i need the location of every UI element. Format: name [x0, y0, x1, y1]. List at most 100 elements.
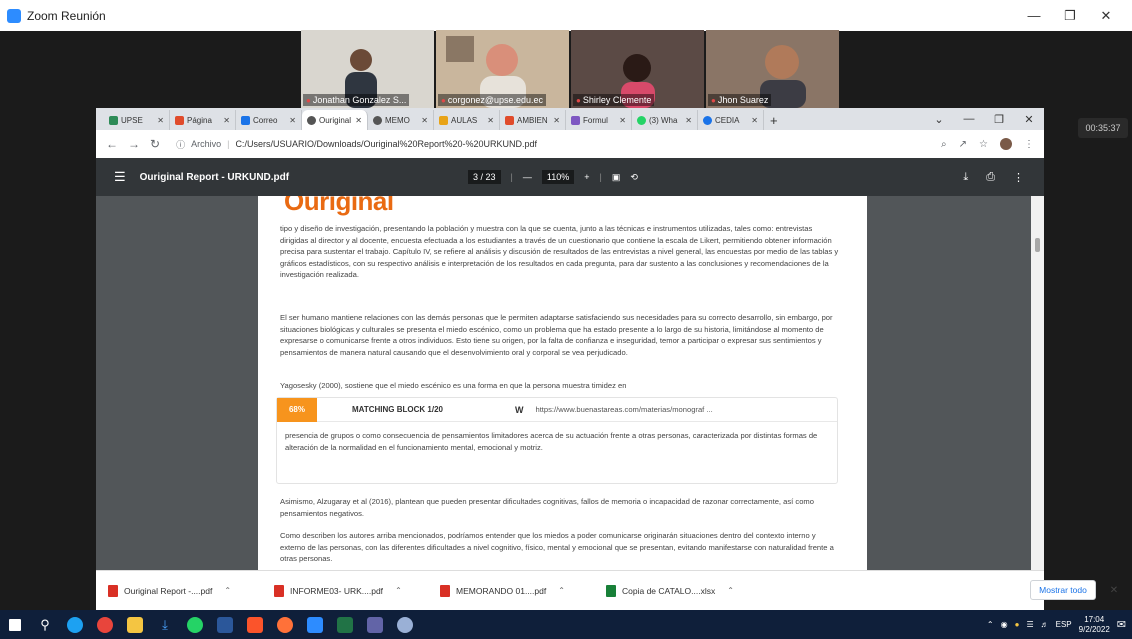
fit-page-icon[interactable]: ▣ — [612, 172, 621, 183]
page-total: 23 — [485, 172, 496, 182]
new-tab-button[interactable]: + — [764, 110, 784, 130]
zoom-in-icon[interactable]: + — [584, 172, 589, 182]
source-w-icon: W — [514, 404, 524, 415]
profile-avatar[interactable] — [1000, 138, 1012, 150]
download-bar: Ouriginal Report -....pdf ⌃ INFORME03- UR… — [96, 570, 1044, 610]
browser-tab[interactable]: MEMO ✕ — [368, 110, 434, 130]
whatsapp-icon[interactable] — [180, 610, 210, 639]
zoom-icon[interactable]: ⌕ — [941, 139, 947, 150]
browser-tab[interactable]: AMBIEN ✕ — [500, 110, 566, 130]
close-tab-icon[interactable]: ✕ — [685, 116, 692, 125]
close-tab-icon[interactable]: ✕ — [421, 116, 428, 125]
close-tab-icon[interactable]: ✕ — [619, 116, 626, 125]
close-button[interactable]: ✕ — [1088, 0, 1124, 31]
firefox-icon[interactable] — [270, 610, 300, 639]
word-icon[interactable] — [210, 610, 240, 639]
search-icon[interactable]: ⚲ — [30, 610, 60, 639]
close-tab-icon[interactable]: ✕ — [355, 116, 362, 125]
ouriginal-logo: Ouriginal — [284, 196, 394, 216]
close-tab-icon[interactable]: ✕ — [223, 116, 230, 125]
reload-icon[interactable]: ↻ — [150, 137, 160, 151]
browser-tab[interactable]: Formul ✕ — [566, 110, 632, 130]
close-tab-icon[interactable]: ✕ — [157, 116, 164, 125]
excel-icon[interactable] — [330, 610, 360, 639]
excel-file-icon — [606, 584, 616, 597]
close-download-bar-icon[interactable]: ✕ — [1104, 580, 1124, 600]
scrollbar-thumb[interactable] — [1035, 238, 1040, 252]
chevron-up-icon[interactable]: ⌃ — [224, 586, 231, 595]
chrome-restore-button[interactable]: ❐ — [984, 108, 1014, 130]
participant-tile[interactable]: ● Jonathan Gonzalez S... — [301, 30, 434, 108]
info-icon[interactable]: ⓘ — [176, 138, 185, 151]
participant-tile[interactable]: ● corgonez@upse.edu.ec — [436, 30, 569, 108]
edge-icon[interactable] — [60, 610, 90, 639]
chrome-minimize-button[interactable]: — — [954, 108, 984, 130]
download-item[interactable]: Ouriginal Report -....pdf ⌃ — [108, 584, 274, 597]
tray-norton-icon[interactable]: ● — [1015, 620, 1020, 629]
download-item[interactable]: MEMORANDO 01....pdf ⌃ — [440, 584, 606, 597]
chevron-up-icon[interactable]: ⌃ — [395, 586, 402, 595]
paint-icon[interactable] — [390, 610, 420, 639]
address-bar[interactable]: ⓘ Archivo | C:/Users/USUARIO/Downloads/O… — [176, 135, 956, 153]
share-icon[interactable]: ↗ — [959, 139, 967, 150]
browser-tab-active[interactable]: Ouriginal ✕ — [302, 110, 368, 130]
tray-chevron-icon[interactable]: ⌃ — [987, 620, 994, 629]
download-item[interactable]: INFORME03- URK....pdf ⌃ — [274, 584, 440, 597]
chrome-icon[interactable] — [90, 610, 120, 639]
page-current[interactable]: 3 — [473, 172, 478, 182]
wifi-icon[interactable]: ☰ — [1026, 620, 1033, 629]
close-tab-icon[interactable]: ✕ — [487, 116, 494, 125]
minimize-button[interactable]: — — [1016, 0, 1052, 31]
scrollbar[interactable] — [1031, 196, 1044, 570]
browser-tab[interactable]: (3) Wha ✕ — [632, 110, 698, 130]
rotate-icon[interactable]: ⟲ — [630, 172, 638, 183]
browser-tab[interactable]: AULAS ✕ — [434, 110, 500, 130]
close-tab-icon[interactable]: ✕ — [751, 116, 758, 125]
browser-tab[interactable]: UPSE ✕ — [104, 110, 170, 130]
participant-tile[interactable]: ● Jhon Suarez — [706, 30, 839, 108]
tab-search-icon[interactable]: ⌄ — [924, 108, 954, 130]
restore-button[interactable]: ❐ — [1052, 0, 1088, 31]
paragraph: Yagosesky (2000), sostiene que el miedo … — [280, 381, 627, 390]
zoom-level[interactable]: 110% — [541, 170, 575, 184]
browser-tab[interactable]: Página ✕ — [170, 110, 236, 130]
show-all-button[interactable]: Mostrar todo — [1030, 580, 1096, 600]
file-explorer-icon[interactable] — [120, 610, 150, 639]
browser-tab[interactable]: Correo ✕ — [236, 110, 302, 130]
tab-favicon-icon — [109, 115, 118, 125]
back-icon[interactable]: ← — [106, 137, 118, 151]
zoom-icon[interactable] — [300, 610, 330, 639]
close-tab-icon[interactable]: ✕ — [553, 116, 560, 125]
notification-icon[interactable]: ✉ — [1117, 618, 1126, 631]
url-text: C:/Users/USUARIO/Downloads/Ouriginal%20R… — [235, 139, 538, 149]
chevron-up-icon[interactable]: ⌃ — [727, 586, 734, 595]
pdf-viewport[interactable]: Ouriginal tipo y diseño de investigación… — [96, 196, 1044, 570]
matching-block[interactable]: 68% MATCHING BLOCK 1/20 W https://www.bu… — [276, 397, 838, 484]
brave-icon[interactable] — [240, 610, 270, 639]
participant-strip: ● Jonathan Gonzalez S... ● corgonez@upse.e… — [301, 30, 840, 108]
volume-icon[interactable]: ♬ — [1041, 620, 1049, 629]
download-icon[interactable]: ⤓ — [963, 171, 968, 184]
browser-tab[interactable]: CEDIA ✕ — [698, 110, 764, 130]
zoom-app-icon — [7, 8, 21, 23]
close-tab-icon[interactable]: ✕ — [289, 116, 296, 125]
teams-icon[interactable] — [360, 610, 390, 639]
url-protocol: Archivo — [191, 139, 222, 149]
bookmark-star-icon[interactable]: ☆ — [979, 139, 988, 150]
menu-dots-icon[interactable]: ⋮ — [1024, 139, 1034, 150]
start-icon[interactable] — [0, 610, 30, 639]
download-icon[interactable]: ⤓ — [150, 610, 180, 639]
more-options-icon[interactable]: ⋮ — [1013, 171, 1024, 184]
match-source-url[interactable]: https://www.buenastareas.com/materias/mo… — [535, 405, 712, 414]
download-item[interactable]: Copia de CATALO....xlsx ⌃ — [606, 584, 772, 597]
forward-icon[interactable]: → — [128, 137, 140, 151]
hamburger-menu-icon[interactable]: ☰ — [114, 169, 126, 185]
chevron-up-icon[interactable]: ⌃ — [558, 586, 565, 595]
zoom-out-icon[interactable]: — — [523, 172, 532, 182]
participant-tile[interactable]: ● Shirley Clemente — [571, 30, 704, 108]
taskbar-clock[interactable]: 17:04 9/2/2022 — [1079, 615, 1110, 635]
chrome-close-button[interactable]: ✕ — [1014, 108, 1044, 130]
language-indicator[interactable]: ESP — [1056, 620, 1072, 629]
tray-app-icon[interactable]: ◉ — [1001, 620, 1008, 629]
print-icon[interactable]: ⎙ — [986, 171, 995, 184]
